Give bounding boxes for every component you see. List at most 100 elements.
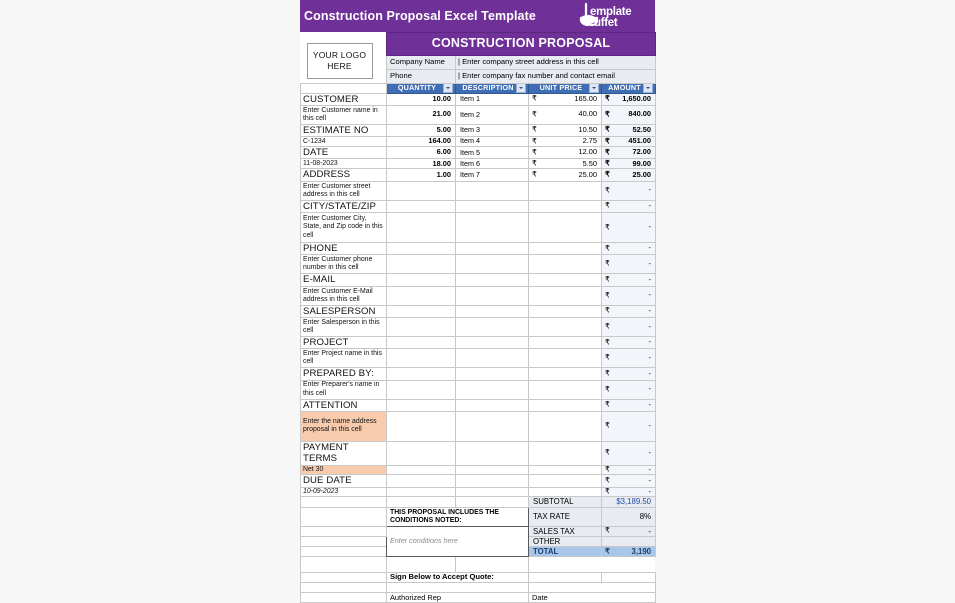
empty-quantity-cell[interactable] xyxy=(386,464,456,476)
empty-unit-price-cell[interactable] xyxy=(528,199,602,214)
empty-description-cell[interactable] xyxy=(455,486,529,498)
info-value-attention[interactable]: Enter the name address proposal in this … xyxy=(300,410,387,442)
empty-description-cell[interactable] xyxy=(455,367,529,381)
item-unit-price[interactable]: ₹ 25.00 xyxy=(528,168,602,182)
empty-unit-price-cell[interactable] xyxy=(528,317,602,337)
info-value-email[interactable]: Enter Customer E-Mail address in this ce… xyxy=(300,285,387,306)
empty-unit-price-cell[interactable] xyxy=(528,242,602,256)
empty-unit-price-cell[interactable] xyxy=(528,335,602,350)
item-description[interactable]: Item 2 xyxy=(455,104,529,125)
empty-description-cell[interactable] xyxy=(455,285,529,306)
empty-quantity-cell[interactable] xyxy=(386,254,456,275)
empty-quantity-cell[interactable] xyxy=(386,273,456,287)
empty-description-cell[interactable] xyxy=(455,410,529,442)
empty-unit-price-cell[interactable] xyxy=(528,474,602,488)
info-value-project[interactable]: Enter Project name in this cell xyxy=(300,348,387,369)
empty-description-cell[interactable] xyxy=(455,212,529,244)
info-value-due-date[interactable]: 10-09-2023 xyxy=(300,486,387,498)
signature-line-date[interactable] xyxy=(527,582,657,594)
empty-quantity-cell[interactable] xyxy=(386,317,456,337)
item-quantity[interactable]: 18.00 xyxy=(386,158,456,170)
column-header-unit-price[interactable]: UNIT PRICE xyxy=(528,82,602,94)
item-quantity[interactable]: 21.00 xyxy=(386,104,456,125)
empty-description-cell[interactable] xyxy=(455,180,529,201)
empty-quantity-cell[interactable] xyxy=(386,367,456,381)
empty-unit-price-cell[interactable] xyxy=(528,212,602,244)
column-header-description[interactable]: DESCRIPTION xyxy=(455,82,529,94)
empty-unit-price-cell[interactable] xyxy=(528,367,602,381)
empty-unit-price-cell[interactable] xyxy=(528,180,602,201)
item-quantity[interactable]: 5.00 xyxy=(386,123,456,138)
item-unit-price[interactable]: ₹ 40.00 xyxy=(528,104,602,125)
empty-unit-price-cell[interactable] xyxy=(528,379,602,400)
filter-dropdown-icon[interactable] xyxy=(643,84,654,92)
empty-quantity-cell[interactable] xyxy=(386,379,456,400)
empty-unit-price-cell[interactable] xyxy=(528,464,602,476)
conditions-input[interactable]: Enter conditions here xyxy=(386,526,529,558)
item-description[interactable]: Item 3 xyxy=(455,123,529,138)
item-quantity[interactable]: 10.00 xyxy=(386,92,456,106)
empty-quantity-cell[interactable] xyxy=(386,212,456,244)
item-unit-price[interactable]: ₹ 2.75 xyxy=(528,136,602,148)
empty-quantity-cell[interactable] xyxy=(386,335,456,350)
item-unit-price[interactable]: ₹ 10.50 xyxy=(528,123,602,138)
filter-dropdown-icon[interactable] xyxy=(589,84,599,92)
info-value-customer[interactable]: Enter Customer name in this cell xyxy=(300,104,387,125)
tax-rate-value[interactable]: 8% xyxy=(600,506,657,527)
item-unit-price[interactable]: ₹ 165.00 xyxy=(528,92,602,106)
item-description[interactable]: Item 7 xyxy=(455,168,529,182)
item-description[interactable]: Item 1 xyxy=(455,92,529,106)
empty-quantity-cell[interactable] xyxy=(386,180,456,201)
item-description[interactable]: Item 4 xyxy=(455,136,529,148)
info-value-phone[interactable]: Enter Customer phone number in this cell xyxy=(300,254,387,275)
empty-quantity-cell[interactable] xyxy=(386,410,456,442)
empty-unit-price-cell[interactable] xyxy=(528,285,602,306)
empty-unit-price-cell[interactable] xyxy=(528,440,602,466)
empty-quantity-cell[interactable] xyxy=(386,486,456,498)
column-header-amount[interactable]: AMOUNT xyxy=(600,82,657,94)
empty-description-cell[interactable] xyxy=(455,379,529,400)
empty-unit-price-cell[interactable] xyxy=(528,273,602,287)
filter-dropdown-icon[interactable] xyxy=(443,84,453,92)
empty-description-cell[interactable] xyxy=(455,242,529,256)
empty-description-cell[interactable] xyxy=(455,304,529,319)
empty-unit-price-cell[interactable] xyxy=(528,398,602,412)
item-unit-price[interactable]: ₹ 12.00 xyxy=(528,146,602,160)
column-header-quantity[interactable]: QUANTITY xyxy=(386,82,456,94)
empty-description-cell[interactable] xyxy=(455,474,529,488)
empty-quantity-cell[interactable] xyxy=(386,474,456,488)
empty-description-cell[interactable] xyxy=(455,254,529,275)
empty-description-cell[interactable] xyxy=(455,335,529,350)
empty-description-cell[interactable] xyxy=(455,317,529,337)
empty-description-cell[interactable] xyxy=(455,273,529,287)
other-value[interactable] xyxy=(600,535,657,548)
item-description[interactable]: Item 5 xyxy=(455,146,529,160)
empty-quantity-cell[interactable] xyxy=(386,199,456,214)
empty-description-cell[interactable] xyxy=(455,348,529,369)
info-value-estimate-no[interactable]: C-1234 xyxy=(300,136,387,148)
info-value-address[interactable]: Enter Customer street address in this ce… xyxy=(300,180,387,201)
filter-dropdown-icon[interactable] xyxy=(516,84,526,92)
empty-description-cell[interactable] xyxy=(455,440,529,466)
item-quantity[interactable]: 6.00 xyxy=(386,146,456,160)
company-address-value[interactable]: | Enter company street address in this c… xyxy=(454,54,657,70)
empty-unit-price-cell[interactable] xyxy=(528,410,602,442)
empty-quantity-cell[interactable] xyxy=(386,398,456,412)
empty-unit-price-cell[interactable] xyxy=(528,254,602,275)
item-quantity[interactable]: 1.00 xyxy=(386,168,456,182)
empty-unit-price-cell[interactable] xyxy=(528,304,602,319)
empty-unit-price-cell[interactable] xyxy=(528,486,602,498)
empty-quantity-cell[interactable] xyxy=(386,348,456,369)
info-value-date[interactable]: 11-08-2023 xyxy=(300,158,387,170)
item-unit-price[interactable]: ₹ 5.50 xyxy=(528,158,602,170)
company-contact-value[interactable]: | Enter company fax number and contact e… xyxy=(454,68,657,84)
empty-quantity-cell[interactable] xyxy=(386,242,456,256)
info-value-salesperson[interactable]: Enter Salesperson in this cell xyxy=(300,317,387,337)
empty-description-cell[interactable] xyxy=(455,398,529,412)
empty-quantity-cell[interactable] xyxy=(386,304,456,319)
empty-unit-price-cell[interactable] xyxy=(528,348,602,369)
item-quantity[interactable]: 164.00 xyxy=(386,136,456,148)
empty-description-cell[interactable] xyxy=(455,464,529,476)
signature-line-rep[interactable] xyxy=(386,582,529,594)
info-value-payment-terms[interactable]: Net 30 xyxy=(300,464,387,476)
